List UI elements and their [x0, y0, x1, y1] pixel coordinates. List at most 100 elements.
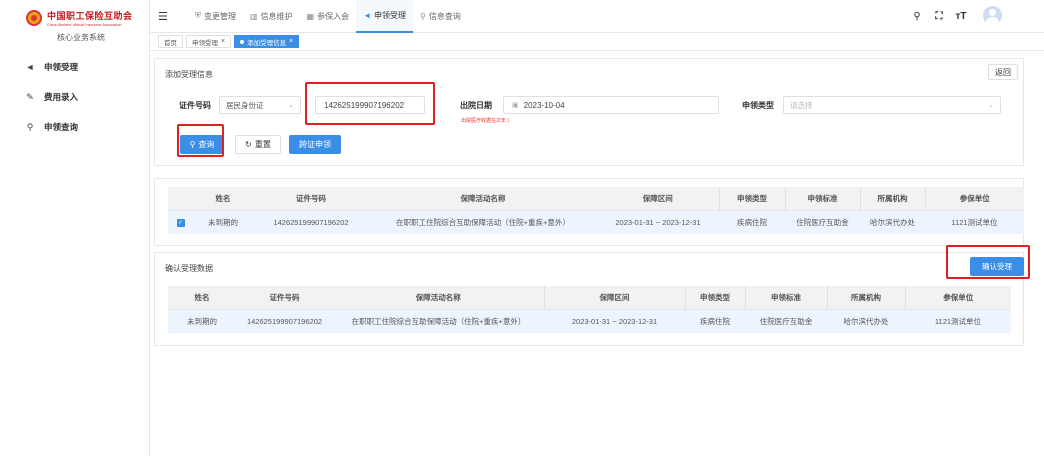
- cross-apply-button[interactable]: 跨证申领: [289, 135, 341, 154]
- column-header: 证件号码: [236, 286, 333, 309]
- reset-button-label: 重置: [254, 140, 271, 149]
- select-column-header: [168, 187, 193, 210]
- discharge-hint: 出院医疗收据在次年 ): [461, 118, 510, 124]
- table-header-row: 姓名 证件号码 保障活动名称 保障区间 申领类型 申领标准 所属机构 参保单位: [168, 187, 1024, 210]
- tag-claim-accept[interactable]: 申领受理 ×: [186, 35, 232, 48]
- table-cell: 疾病住院: [685, 308, 745, 333]
- results-table: 姓名 证件号码 保障活动名称 保障区间 申领类型 申领标准 所属机构 参保单位 …: [168, 187, 1024, 234]
- id-number-input[interactable]: 142625199907196202: [315, 96, 425, 114]
- claim-type-select[interactable]: 请选择 ⌄: [783, 96, 1001, 114]
- sidebar-item-fee-entry[interactable]: ✎ 费用录入: [0, 82, 149, 112]
- discharge-date-label: 出院日期: [460, 101, 492, 110]
- app-window: 中国职工保险互助会 China Workers' Mutual Insuranc…: [0, 0, 1044, 469]
- tab-label: 变更管理: [204, 11, 236, 21]
- column-header: 申领类型: [684, 286, 745, 309]
- query-button-label: 查询: [198, 140, 215, 149]
- logo-emblem-icon: [26, 10, 42, 26]
- column-header: 申领标准: [784, 187, 860, 210]
- tab-claim-accept[interactable]: ◄ 申领受理: [356, 0, 414, 33]
- confirm-panel: 确认受理数据 确认受理 姓名 证件号码 保障活动名称 保障区间 申领类型 申领标…: [154, 252, 1024, 346]
- table-cell: 2023-01-31 ~ 2023-12-31: [597, 209, 719, 234]
- row-select-cell[interactable]: ✓: [168, 209, 193, 234]
- table-cell: 哈尔滨代办处: [827, 308, 905, 333]
- search-icon[interactable]: ⚲: [909, 11, 925, 22]
- id-type-value: 居民身份证: [226, 100, 264, 110]
- refresh-icon: ↻: [245, 140, 252, 149]
- table-cell: 住院医疗互助金: [745, 308, 827, 333]
- sidebar-item-label: 申领受理: [44, 62, 79, 72]
- table-cell: 未到期的: [168, 308, 236, 333]
- text-size-icon[interactable]: тT: [953, 11, 969, 22]
- confirm-table: 姓名 证件号码 保障活动名称 保障区间 申领类型 申领标准 所属机构 参保单位 …: [168, 286, 1011, 333]
- top-bar: ☰ ⛨ 变更管理 ▥ 信息维护 ▦ 参保入会 ◄ 申领受理 ⚲ 信息查询 ⚲ ⛶…: [150, 0, 1044, 33]
- confirm-accept-button[interactable]: 确认受理: [970, 257, 1024, 276]
- panel-title: 添加受理信息: [165, 70, 213, 79]
- sidebar-item-claim-query[interactable]: ⚲ 申领查询: [0, 112, 149, 142]
- column-header: 所属机构: [826, 286, 905, 309]
- column-header: 保障区间: [543, 286, 685, 309]
- close-icon[interactable]: ×: [289, 38, 293, 45]
- chevron-down-icon: ⌄: [988, 102, 994, 109]
- column-header: 所属机构: [859, 187, 925, 210]
- sidebar-item-label: 申领查询: [44, 122, 79, 132]
- tag-label: 申领受理: [192, 39, 218, 47]
- tag-label: 首页: [164, 39, 177, 47]
- table-cell: 2023-01-31 ~ 2023-12-31: [544, 308, 685, 333]
- column-header: 保障活动名称: [369, 187, 597, 210]
- sidebar-item-claim-accept[interactable]: ◄ 申领受理: [0, 52, 149, 82]
- search-icon: ⚲: [26, 121, 34, 132]
- table-cell: 疾病住院: [719, 209, 785, 234]
- tab-label: 参保入会: [317, 11, 350, 21]
- discharge-date-input[interactable]: ▣ 2023-10-04: [503, 96, 719, 114]
- calendar-icon: ▣: [512, 102, 519, 109]
- active-dot-icon: [240, 39, 245, 44]
- tab-label: 申领受理: [374, 10, 407, 20]
- discharge-date-value: 2023-10-04: [523, 100, 565, 110]
- tab-info-query[interactable]: ⚲ 信息查询: [413, 0, 468, 33]
- user-avatar[interactable]: [983, 6, 1002, 25]
- back-button[interactable]: 返回: [988, 64, 1018, 80]
- table-header-row: 姓名 证件号码 保障活动名称 保障区间 申领类型 申领标准 所属机构 参保单位: [168, 286, 1011, 309]
- side-menu: ◄ 申领受理 ✎ 费用录入 ⚲ 申领查询: [0, 52, 149, 142]
- confirm-title: 确认受理数据: [165, 264, 213, 273]
- id-type-select[interactable]: 居民身份证 ⌄: [219, 96, 301, 114]
- claim-type-placeholder: 请选择: [790, 100, 813, 110]
- sidebar: 中国职工保险互助会 China Workers' Mutual Insuranc…: [0, 0, 150, 455]
- table-cell: 142625199907196202: [236, 308, 333, 333]
- logo: 中国职工保险互助会 China Workers' Mutual Insuranc…: [26, 9, 133, 27]
- search-icon: ⚲: [189, 140, 196, 149]
- send-icon: ◄: [363, 10, 372, 20]
- tag-home[interactable]: 首页: [158, 35, 183, 48]
- table-cell: 142625199907196202: [253, 209, 369, 234]
- reset-button[interactable]: ↻ 重置: [235, 135, 281, 154]
- column-header: 姓名: [193, 187, 253, 210]
- tab-enrollment[interactable]: ▦ 参保入会: [300, 0, 357, 33]
- column-header: 申领标准: [744, 286, 827, 309]
- tab-change-management[interactable]: ⛨ 变更管理: [188, 0, 243, 33]
- query-button[interactable]: ⚲ 查询: [180, 135, 224, 154]
- shield-icon: ⛨: [195, 11, 201, 20]
- tab-info-maintenance[interactable]: ▥ 信息维护: [243, 0, 300, 33]
- table-cell: 1121测试单位: [925, 209, 1024, 234]
- close-icon[interactable]: ×: [221, 38, 225, 45]
- table-row[interactable]: ✓ 未到期的 142625199907196202 在职职工住院综合互助保障活动…: [168, 209, 1024, 234]
- column-header: 申领类型: [718, 187, 785, 210]
- sidebar-item-label: 费用录入: [44, 92, 79, 102]
- checkbox-checked-icon[interactable]: ✓: [176, 219, 185, 228]
- top-nav: ⛨ 变更管理 ▥ 信息维护 ▦ 参保入会 ◄ 申领受理 ⚲ 信息查询: [188, 0, 468, 33]
- column-header: 姓名: [168, 286, 236, 309]
- results-panel: 姓名 证件号码 保障活动名称 保障区间 申领类型 申领标准 所属机构 参保单位 …: [154, 178, 1024, 246]
- column-header: 证件号码: [253, 187, 369, 210]
- table-cell: 1121测试单位: [905, 308, 1011, 333]
- table-row[interactable]: 未到期的 142625199907196202 在职职工住院综合互助保障活动（住…: [168, 308, 1011, 333]
- id-type-label: 证件号码: [179, 101, 211, 110]
- table-cell: 住院医疗互助金: [785, 209, 860, 234]
- fullscreen-icon[interactable]: ⛶: [931, 11, 947, 22]
- logo-name-cn: 中国职工保险互助会: [47, 12, 133, 22]
- building-icon: ▥: [250, 11, 258, 21]
- claim-type-label: 申领类型: [742, 101, 774, 110]
- send-icon: ◄: [25, 62, 35, 72]
- tag-add-accept-info[interactable]: 添加受理信息 ×: [234, 35, 300, 48]
- column-header: 保障活动名称: [333, 286, 544, 309]
- hamburger-icon[interactable]: ☰: [158, 10, 182, 23]
